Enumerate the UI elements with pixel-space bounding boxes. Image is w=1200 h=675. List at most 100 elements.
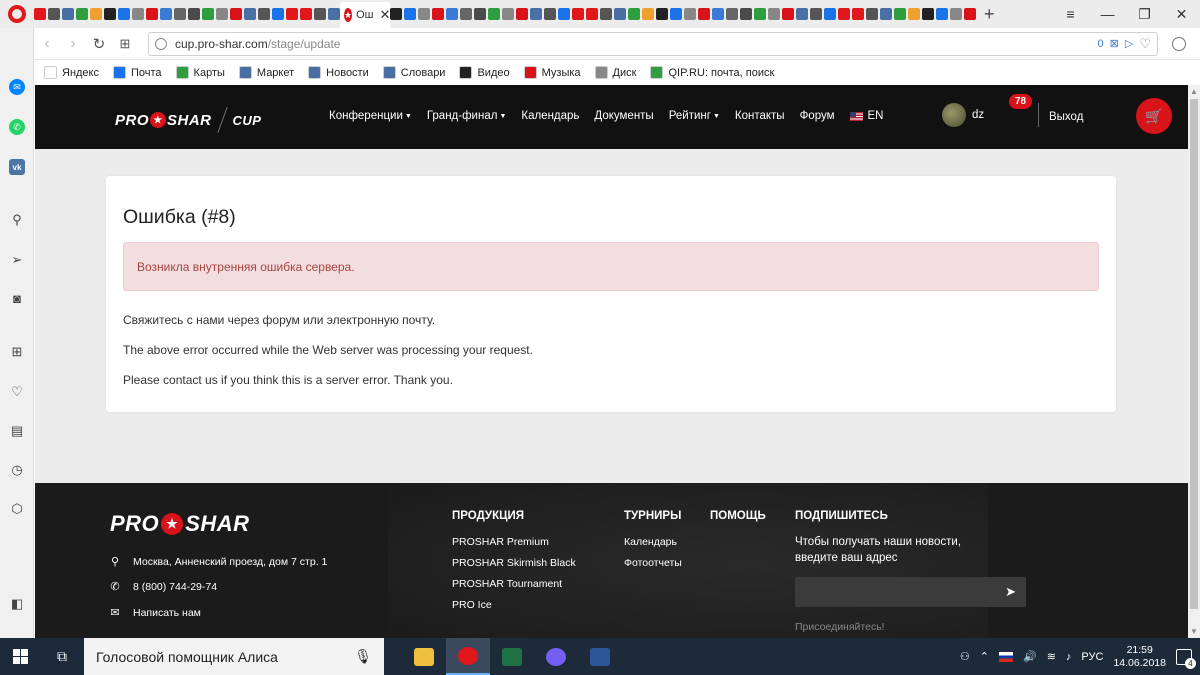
speaker-icon[interactable]: ♪ bbox=[1066, 651, 1072, 663]
nav-item[interactable]: Рейтинг ▼ bbox=[669, 110, 720, 122]
pinned-tab-icon[interactable] bbox=[90, 8, 102, 20]
pinned-tab-icon[interactable] bbox=[824, 8, 836, 20]
pinned-tab-icon[interactable] bbox=[188, 8, 200, 20]
close-tab-icon[interactable]: ✕ bbox=[379, 7, 390, 23]
bookmark-item[interactable]: Музыка bbox=[523, 66, 581, 79]
pinned-tab-icon[interactable] bbox=[216, 8, 228, 20]
pinned-tab-icon[interactable] bbox=[558, 8, 570, 20]
nav-item[interactable]: Конференции ▼ bbox=[329, 110, 412, 122]
speed-dial-icon[interactable]: ⊞ bbox=[9, 344, 25, 360]
tab-active[interactable]: ★ Ош ✕ bbox=[340, 2, 390, 28]
profile-icon[interactable] bbox=[1172, 36, 1186, 51]
nav-item[interactable]: Гранд-финал ▼ bbox=[427, 110, 507, 122]
opera-menu-icon[interactable] bbox=[0, 0, 34, 28]
pinned-tab-icon[interactable] bbox=[404, 8, 416, 20]
pinned-tab-icon[interactable] bbox=[614, 8, 626, 20]
heart-icon[interactable]: ♡ bbox=[9, 384, 25, 400]
footer-link[interactable]: Фотоотчеты bbox=[624, 557, 682, 569]
whatsapp-icon[interactable]: ✆ bbox=[9, 119, 25, 135]
pinned-tab-icon[interactable] bbox=[474, 8, 486, 20]
footer-phone[interactable]: ✆ 8 (800) 744-29-74 bbox=[109, 580, 217, 594]
nav-item[interactable]: Документы bbox=[594, 110, 653, 122]
pinned-tab-icon[interactable] bbox=[230, 8, 242, 20]
footer-link[interactable]: PRO Ice bbox=[452, 599, 492, 611]
pinned-tab-icon[interactable] bbox=[964, 8, 976, 20]
volume-icon[interactable]: 🔊 bbox=[1023, 650, 1037, 663]
avatar[interactable] bbox=[942, 103, 966, 127]
help-title[interactable]: ПОМОЩЬ bbox=[710, 510, 766, 522]
pinned-tab-icon[interactable] bbox=[48, 8, 60, 20]
pinned-tab-icon[interactable] bbox=[76, 8, 88, 20]
footer-link[interactable]: PROSHAR Tournament bbox=[452, 578, 562, 590]
logout-link[interactable]: Выход bbox=[1049, 111, 1083, 123]
pinned-tab-icon[interactable] bbox=[726, 8, 738, 20]
pinned-tab-icon[interactable] bbox=[712, 8, 724, 20]
pinned-tab-icon[interactable] bbox=[740, 8, 752, 20]
new-tab-button[interactable]: + bbox=[984, 4, 995, 25]
close-window-button[interactable]: ✕ bbox=[1163, 0, 1200, 28]
pinned-tab-icon[interactable] bbox=[600, 8, 612, 20]
pinned-tab-icon[interactable] bbox=[684, 8, 696, 20]
pinned-tab-icon[interactable] bbox=[698, 8, 710, 20]
pinned-tab-icon[interactable] bbox=[894, 8, 906, 20]
user-menu[interactable]: dz bbox=[942, 103, 984, 127]
excel-icon[interactable] bbox=[490, 638, 534, 675]
nav-item[interactable]: Контакты bbox=[735, 110, 785, 122]
footer-link[interactable]: Календарь bbox=[624, 536, 677, 548]
vk-icon[interactable]: vk bbox=[9, 159, 25, 175]
bookmark-item[interactable]: Яндекс bbox=[44, 66, 99, 79]
pinned-tab-icon[interactable] bbox=[418, 8, 430, 20]
file-explorer-icon[interactable] bbox=[402, 638, 446, 675]
pinned-tab-icon[interactable] bbox=[300, 8, 312, 20]
opera-taskbar-icon[interactable] bbox=[446, 638, 490, 675]
pinned-tab-icon[interactable] bbox=[572, 8, 584, 20]
page-scrollbar[interactable]: ▲ ▼ bbox=[1188, 85, 1200, 638]
scroll-thumb[interactable] bbox=[1190, 99, 1198, 609]
bookmark-item[interactable]: Маркет bbox=[238, 66, 294, 79]
bookmark-item[interactable]: Карты bbox=[175, 66, 225, 79]
bookmark-item[interactable]: Диск bbox=[594, 66, 636, 79]
pinned-tab-icon[interactable] bbox=[432, 8, 444, 20]
pinned-tab-icon[interactable] bbox=[146, 8, 158, 20]
keyboard-language[interactable]: РУС bbox=[1081, 651, 1103, 663]
pinned-tab-icon[interactable] bbox=[244, 8, 256, 20]
reload-button[interactable]: ↻ bbox=[86, 35, 112, 53]
restore-button[interactable]: ❐ bbox=[1126, 0, 1163, 28]
pinned-tab-icon[interactable] bbox=[132, 8, 144, 20]
adblock-counter[interactable]: 0 bbox=[1098, 38, 1104, 50]
pinned-tab-icon[interactable] bbox=[502, 8, 514, 20]
pinned-tab-icon[interactable] bbox=[62, 8, 74, 20]
pinned-tab-icon[interactable] bbox=[768, 8, 780, 20]
clock[interactable]: 21:59 14.06.2018 bbox=[1113, 644, 1166, 670]
send-icon[interactable]: ▷ bbox=[1125, 37, 1133, 50]
subscribe-email-input[interactable]: ➤ bbox=[795, 577, 1026, 607]
pinned-tab-icon[interactable] bbox=[796, 8, 808, 20]
nav-item[interactable]: Форум bbox=[800, 110, 835, 122]
footer-link[interactable]: PROSHAR Skirmish Black bbox=[452, 557, 576, 569]
pinned-tab-icon[interactable] bbox=[104, 8, 116, 20]
back-button[interactable]: ‹ bbox=[34, 35, 60, 53]
pinned-tab-icon[interactable] bbox=[118, 8, 130, 20]
task-view-icon[interactable]: ⧉ bbox=[40, 648, 84, 665]
pinned-tab-icon[interactable] bbox=[670, 8, 682, 20]
start-button[interactable] bbox=[0, 638, 40, 675]
cart-button[interactable]: 🛒 bbox=[1136, 98, 1172, 134]
pinned-tab-icon[interactable] bbox=[586, 8, 598, 20]
pinned-tab-icon[interactable] bbox=[328, 8, 340, 20]
footer-write-us[interactable]: ✉ Написать нам bbox=[109, 606, 201, 620]
pinned-tab-icon[interactable] bbox=[314, 8, 326, 20]
nav-item[interactable]: Календарь bbox=[521, 110, 579, 122]
bookmark-heart-icon[interactable]: ♡ bbox=[1139, 36, 1151, 52]
pinned-tab-icon[interactable] bbox=[642, 8, 654, 20]
tray-expand-icon[interactable]: ⌃ bbox=[980, 650, 989, 663]
minimize-button[interactable]: — bbox=[1089, 0, 1126, 28]
pinned-tab-icon[interactable] bbox=[34, 8, 46, 20]
scroll-up-icon[interactable]: ▲ bbox=[1188, 87, 1200, 96]
send-arrow-icon[interactable]: ➤ bbox=[1005, 584, 1016, 600]
pinned-tab-icon[interactable] bbox=[160, 8, 172, 20]
sidebar-toggle-icon[interactable]: ◧ bbox=[9, 596, 25, 612]
search-icon[interactable]: ⚲ bbox=[9, 212, 25, 228]
word-icon[interactable] bbox=[578, 638, 622, 675]
bookmark-item[interactable]: Новости bbox=[308, 66, 369, 79]
viber-icon[interactable] bbox=[534, 638, 578, 675]
